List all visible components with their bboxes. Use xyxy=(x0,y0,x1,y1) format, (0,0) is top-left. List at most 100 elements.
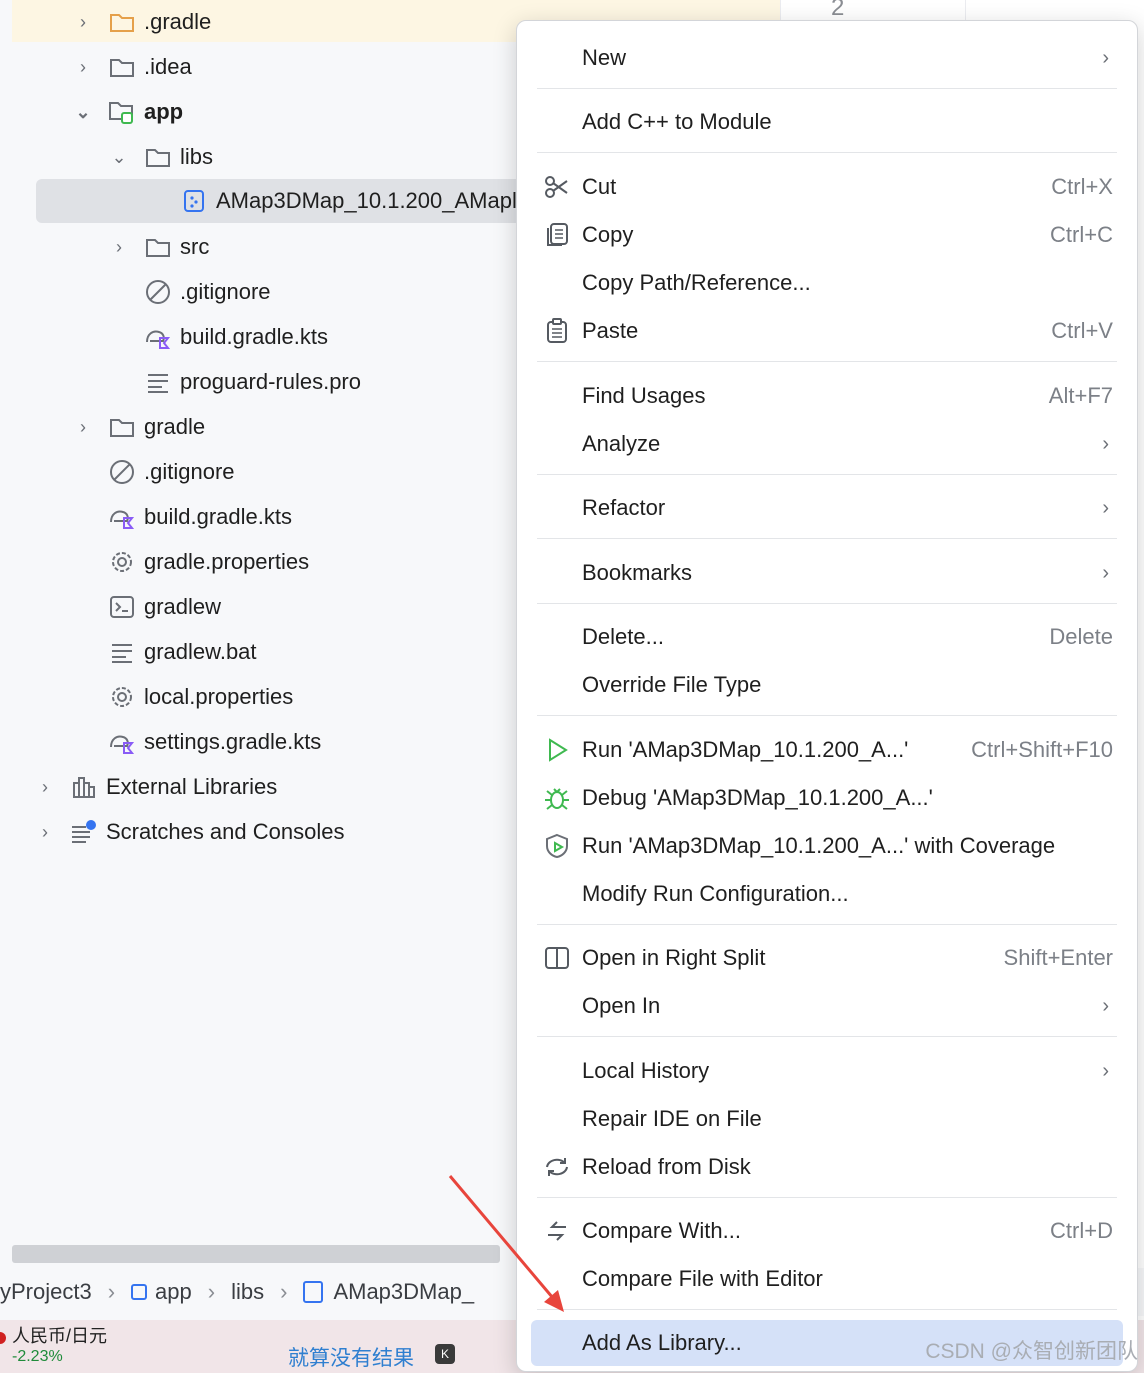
tree-item-external-libraries[interactable]: › External Libraries xyxy=(34,765,277,809)
menu-separator xyxy=(537,1036,1117,1037)
menu-item-label: Compare File with Editor xyxy=(582,1266,823,1291)
tree-item-amap-jar[interactable]: AMap3DMap_10.1.200_AMapl xyxy=(36,179,526,223)
tree-item-app-gitignore[interactable]: .gitignore xyxy=(144,270,271,314)
run-icon xyxy=(541,734,573,766)
menu-item-label: Open in Right Split xyxy=(582,945,766,970)
tree-item-idea[interactable]: › .idea xyxy=(72,45,192,89)
folder-icon xyxy=(108,8,136,36)
chevron-right-icon[interactable]: › xyxy=(34,765,56,809)
tree-item-label: gradle xyxy=(144,414,206,439)
tree-item-proguard[interactable]: proguard-rules.pro xyxy=(144,360,361,404)
settings-gear-icon xyxy=(108,683,136,711)
chevron-right-icon: › xyxy=(280,1279,288,1304)
library-icon xyxy=(70,773,98,801)
chevron-right-icon: › xyxy=(207,1279,216,1304)
menu-item-shortcut: Delete xyxy=(1049,624,1113,649)
menu-item-repair-ide[interactable]: Repair IDE on File xyxy=(531,1096,1123,1142)
menu-item-run[interactable]: Run 'AMap3DMap_10.1.200_A...' Ctrl+Shift… xyxy=(531,727,1123,773)
tree-item-gradlew[interactable]: gradlew xyxy=(108,585,221,629)
menu-item-bookmarks[interactable]: Bookmarks › xyxy=(531,550,1123,596)
chevron-right-icon[interactable]: › xyxy=(72,45,94,89)
menu-item-analyze[interactable]: Analyze › xyxy=(531,421,1123,467)
menu-item-label: Run 'AMap3DMap_10.1.200_A...' xyxy=(582,737,909,762)
chevron-right-icon[interactable]: › xyxy=(108,225,130,269)
song-title[interactable]: 就算没有结果 xyxy=(288,1342,414,1372)
chevron-down-icon[interactable]: ⌄ xyxy=(72,90,94,134)
menu-item-new[interactable]: New › xyxy=(531,35,1123,81)
tree-item-gradle[interactable]: › gradle xyxy=(72,405,205,449)
menu-item-compare-file-editor[interactable]: Compare File with Editor xyxy=(531,1256,1123,1302)
menu-separator xyxy=(537,715,1117,716)
breadcrumb-libs[interactable]: libs xyxy=(231,1279,264,1305)
annotation-arrow-icon xyxy=(448,1175,564,1312)
watermark: CSDN @众智创新团队 xyxy=(925,1340,1138,1363)
tree-item-local-properties[interactable]: local.properties xyxy=(108,675,293,719)
tree-item-app-build-gradle[interactable]: build.gradle.kts xyxy=(144,315,328,359)
breadcrumb-project[interactable]: yProject3 xyxy=(0,1279,92,1305)
context-menu: New › Add C++ to Module Cut Ctrl+X Copy … xyxy=(516,20,1138,1372)
menu-item-label: Copy Path/Reference... xyxy=(582,270,811,295)
module-icon xyxy=(131,1284,148,1300)
chevron-right-icon[interactable]: › xyxy=(72,405,94,449)
menu-item-modify-run-config[interactable]: Modify Run Configuration... xyxy=(531,871,1123,917)
coverage-icon xyxy=(541,830,573,862)
menu-item-label: Repair IDE on File xyxy=(582,1106,762,1131)
menu-item-copy-path[interactable]: Copy Path/Reference... xyxy=(531,260,1123,306)
menu-item-reload-from-disk[interactable]: Reload from Disk xyxy=(531,1144,1123,1190)
menu-item-delete[interactable]: Delete... Delete xyxy=(531,614,1123,660)
tree-item-label: gradlew xyxy=(144,594,222,619)
menu-item-label: Add As Library... xyxy=(582,1330,742,1355)
tree-item-scratches[interactable]: › Scratches and Consoles xyxy=(34,810,344,854)
k-badge[interactable]: K xyxy=(435,1344,455,1364)
tree-item-label: gradlew.bat xyxy=(144,639,257,664)
menu-item-copy[interactable]: Copy Ctrl+C xyxy=(531,212,1123,258)
menu-item-paste[interactable]: Paste Ctrl+V xyxy=(531,308,1123,354)
menu-item-find-usages[interactable]: Find Usages Alt+F7 xyxy=(531,373,1123,419)
menu-item-shortcut: Ctrl+D xyxy=(1050,1218,1113,1243)
tree-item-root-build-gradle[interactable]: build.gradle.kts xyxy=(108,495,292,539)
menu-item-add-cpp[interactable]: Add C++ to Module xyxy=(531,99,1123,145)
tree-item-gradle-properties[interactable]: gradle.properties xyxy=(108,540,309,584)
copy-icon xyxy=(541,219,573,251)
breadcrumb-app[interactable]: app xyxy=(155,1279,192,1305)
menu-separator xyxy=(537,152,1117,153)
jar-file-icon xyxy=(180,187,208,215)
tree-item-libs[interactable]: ⌄ libs xyxy=(108,135,213,179)
menu-item-open-in[interactable]: Open In › xyxy=(531,983,1123,1029)
menu-item-local-history[interactable]: Local History › xyxy=(531,1048,1123,1094)
tree-item-label: build.gradle.kts xyxy=(144,504,292,529)
menu-item-override-file-type[interactable]: Override File Type xyxy=(531,662,1123,708)
currency-label: 人民币/日元 xyxy=(12,1326,108,1346)
gradle-kotlin-icon xyxy=(108,728,136,756)
tree-item-label: app xyxy=(144,99,184,124)
chevron-right-icon: › xyxy=(1102,496,1109,519)
menu-item-debug[interactable]: Debug 'AMap3DMap_10.1.200_A...' xyxy=(531,775,1123,821)
chevron-right-icon[interactable]: › xyxy=(72,0,94,44)
chevron-right-icon: › xyxy=(107,1279,116,1304)
tree-item-label: gradle.properties xyxy=(144,549,310,574)
tree-item-dot-gradle[interactable]: › .gradle xyxy=(72,0,211,44)
chevron-right-icon[interactable]: › xyxy=(34,810,56,854)
chevron-down-icon[interactable]: ⌄ xyxy=(108,135,130,179)
chevron-right-icon: › xyxy=(1102,994,1109,1017)
menu-item-open-right-split[interactable]: Open in Right Split Shift+Enter xyxy=(531,935,1123,981)
menu-item-label: Find Usages xyxy=(582,383,706,408)
horizontal-scrollbar[interactable] xyxy=(12,1245,500,1263)
tree-item-src[interactable]: › src xyxy=(108,225,209,269)
tree-item-settings-gradle[interactable]: settings.gradle.kts xyxy=(108,720,321,764)
tree-item-root-gitignore[interactable]: .gitignore xyxy=(108,450,235,494)
tree-item-app[interactable]: ⌄ app xyxy=(72,90,183,134)
menu-separator xyxy=(537,1309,1117,1310)
menu-item-compare-with[interactable]: Compare With... Ctrl+D xyxy=(531,1208,1123,1254)
folder-icon xyxy=(144,233,172,261)
menu-item-run-coverage[interactable]: Run 'AMap3DMap_10.1.200_A...' with Cover… xyxy=(531,823,1123,869)
menu-item-label: Open In xyxy=(582,993,661,1018)
menu-item-refactor[interactable]: Refactor › xyxy=(531,485,1123,531)
menu-separator xyxy=(537,474,1117,475)
menu-item-cut[interactable]: Cut Ctrl+X xyxy=(531,164,1123,210)
tree-item-label: .gitignore xyxy=(180,279,271,304)
menu-item-label: Cut xyxy=(582,174,617,199)
tree-item-label: .gitignore xyxy=(144,459,235,484)
currency-change: -2.23% xyxy=(12,1348,63,1365)
tree-item-gradlew-bat[interactable]: gradlew.bat xyxy=(108,630,257,674)
